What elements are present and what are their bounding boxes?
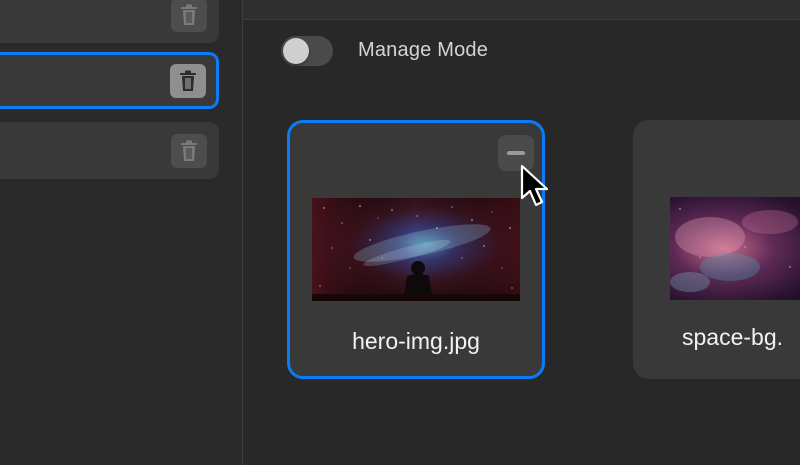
card-filename: hero-img.jpg (352, 328, 480, 354)
image-card-selected[interactable]: hero-img.jpg (287, 120, 545, 379)
delete-button[interactable] (171, 133, 207, 168)
image-thumbnail (312, 198, 520, 301)
trash-icon (179, 4, 199, 26)
trash-icon (179, 140, 199, 162)
delete-button[interactable] (171, 0, 207, 32)
sidebar (0, 0, 243, 465)
manage-mode-toggle[interactable] (281, 36, 333, 66)
delete-button[interactable] (170, 63, 206, 98)
image-card[interactable]: space-bg. (633, 120, 800, 379)
sidebar-item-selected[interactable] (0, 52, 219, 109)
card-filename: space-bg. (682, 324, 784, 350)
app-window: Manage Mode hero-img.jpg space-bg. (0, 0, 800, 465)
toggle-knob (283, 38, 309, 64)
main-panel: Manage Mode hero-img.jpg space-bg. (243, 0, 800, 465)
trash-icon (178, 70, 198, 92)
manage-mode-label: Manage Mode (358, 39, 489, 61)
sidebar-item[interactable] (0, 122, 219, 179)
image-thumbnail (670, 197, 800, 300)
sidebar-item[interactable] (0, 0, 219, 43)
top-bar (243, 0, 800, 20)
mouse-cursor-icon (520, 164, 554, 217)
